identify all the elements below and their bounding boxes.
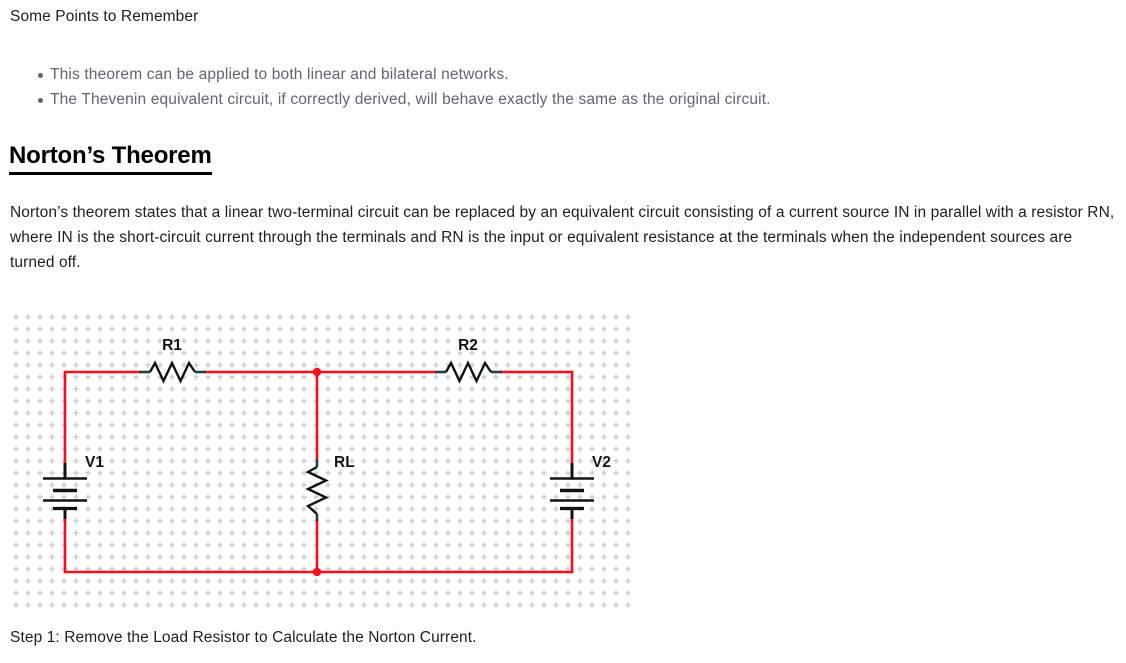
r1-label: R1 xyxy=(162,337,182,354)
circuit-diagram: R1 R2 RL V1 V2 xyxy=(10,311,630,611)
r2-label: R2 xyxy=(458,337,478,354)
rl-label: RL xyxy=(334,454,355,471)
page-root: Some Points to Remember This theorem can… xyxy=(0,0,1126,663)
node-bottom-center xyxy=(312,567,322,577)
lead-line: Some Points to Remember xyxy=(10,8,199,25)
points-list: This theorem can be applied to both line… xyxy=(10,62,1110,112)
page-title: Norton’s Theorem xyxy=(9,141,212,175)
list-item: This theorem can be applied to both line… xyxy=(10,62,1110,87)
v1-label: V1 xyxy=(85,454,104,471)
list-item: The Thevenin equivalent circuit, if corr… xyxy=(10,87,1110,112)
circuit-svg: R1 R2 RL V1 V2 xyxy=(10,311,630,611)
body-paragraph: Norton’s theorem states that a linear tw… xyxy=(10,204,1115,271)
step-caption: Step 1: Remove the Load Resistor to Calc… xyxy=(10,629,477,646)
node-top-center xyxy=(312,367,322,377)
v2-label: V2 xyxy=(592,454,611,471)
